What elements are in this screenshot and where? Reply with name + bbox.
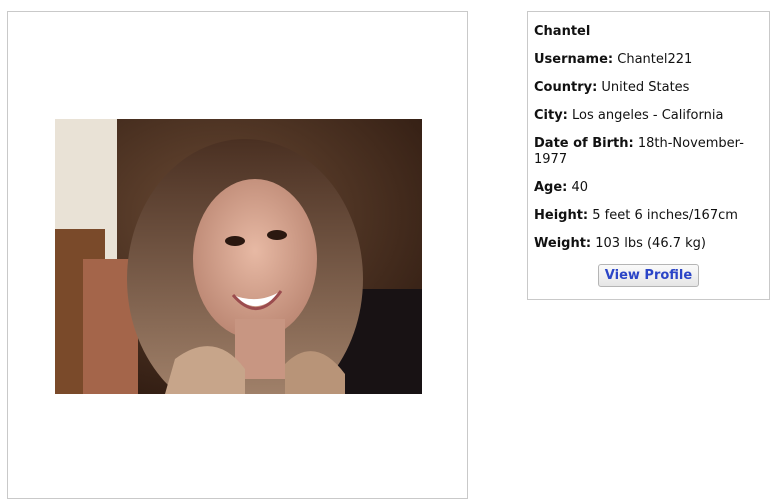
age-value: 40: [571, 180, 589, 195]
dob-label: Date of Birth:: [534, 136, 634, 151]
username-value: Chantel221: [617, 52, 693, 67]
country-row: Country: United States: [534, 80, 763, 96]
profile-name: Chantel: [534, 24, 591, 39]
weight-label: Weight:: [534, 236, 592, 251]
height-row: Height: 5 feet 6 inches/167cm: [534, 208, 763, 224]
city-label: City:: [534, 108, 568, 123]
age-label: Age:: [534, 180, 568, 195]
profile-info-panel: Chantel Username: Chantel221 Country: Un…: [527, 11, 770, 300]
profile-photo-image: [55, 119, 422, 394]
photo-panel: [7, 11, 468, 499]
city-value: Los angeles - California: [572, 108, 724, 123]
profile-photo[interactable]: [55, 119, 422, 394]
country-value: United States: [601, 80, 690, 95]
dob-row: Date of Birth: 18th-November-1977: [534, 136, 763, 168]
city-row: City: Los angeles - California: [534, 108, 763, 124]
username-label: Username:: [534, 52, 614, 67]
view-profile-button[interactable]: View Profile: [597, 264, 700, 287]
height-label: Height:: [534, 208, 589, 223]
weight-value: 103 lbs (46.7 kg): [595, 236, 706, 251]
button-wrap: View Profile: [534, 264, 763, 287]
username-row: Username: Chantel221: [534, 52, 763, 68]
country-label: Country:: [534, 80, 598, 95]
height-value: 5 feet 6 inches/167cm: [592, 208, 738, 223]
age-row: Age: 40: [534, 180, 763, 196]
weight-row: Weight: 103 lbs (46.7 kg): [534, 236, 763, 252]
